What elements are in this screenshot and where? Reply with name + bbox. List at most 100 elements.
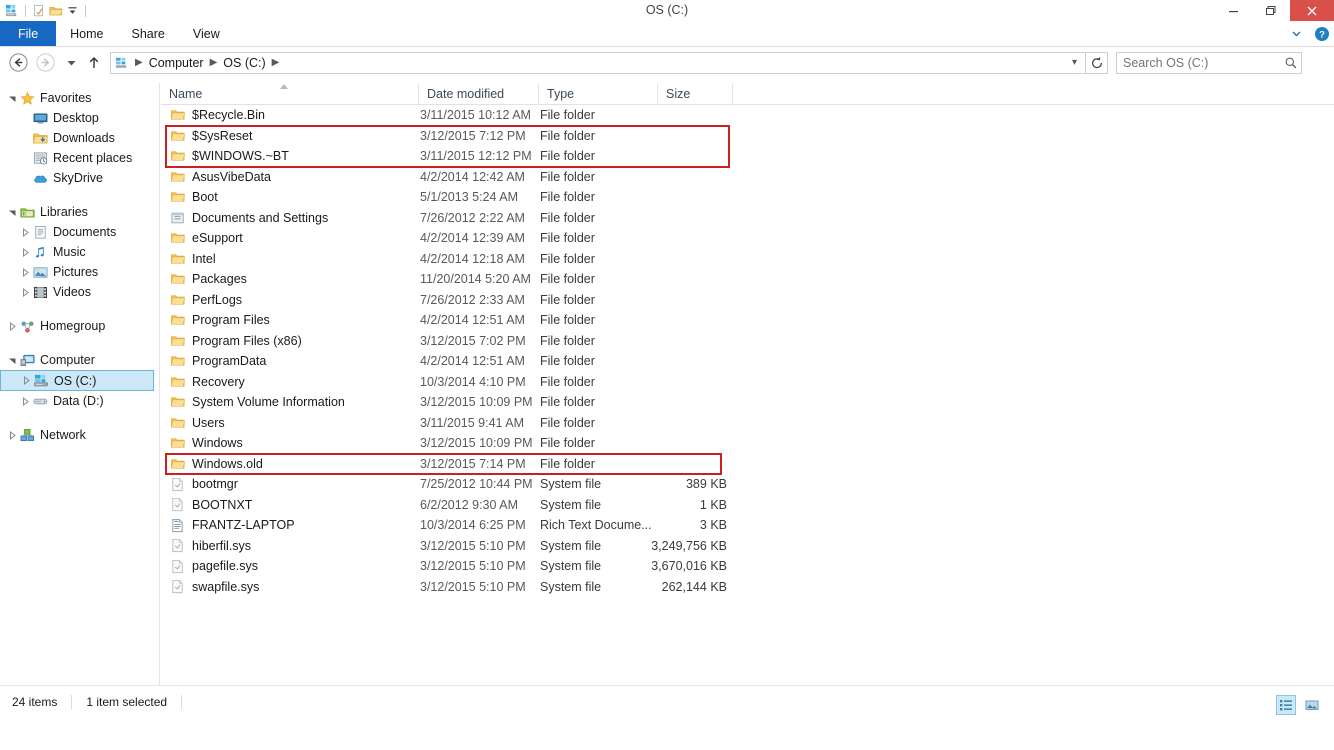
sidebar-item-desktop[interactable]: Desktop xyxy=(0,108,159,128)
tab-view[interactable]: View xyxy=(179,21,234,46)
expander-icon[interactable] xyxy=(19,395,32,408)
sidebar-item-os-c[interactable]: OS (C:) xyxy=(0,370,154,391)
file-date-cell: 4/2/2014 12:51 AM xyxy=(420,313,525,328)
maximize-restore-button[interactable] xyxy=(1252,0,1290,21)
table-row[interactable]: Windows.old 3/12/2015 7:14 PM File folder xyxy=(161,454,1334,475)
expander-icon[interactable] xyxy=(6,429,19,442)
sidebar-item-pictures[interactable]: Pictures xyxy=(0,262,159,282)
recent-locations-icon[interactable] xyxy=(62,51,80,74)
sidebar-item-libraries[interactable]: Libraries xyxy=(0,202,159,222)
sidebar-item-favorites[interactable]: Favorites xyxy=(0,88,159,108)
table-row[interactable]: Windows 3/12/2015 10:09 PM File folder xyxy=(161,433,1334,454)
sidebar-item-music[interactable]: Music xyxy=(0,242,159,262)
search-input[interactable] xyxy=(1123,55,1284,70)
expander-icon[interactable] xyxy=(19,112,32,125)
file-size-cell: 3,249,756 KB xyxy=(651,538,727,553)
view-mode-buttons xyxy=(1276,695,1322,715)
column-header-date-modified[interactable]: Date modified xyxy=(419,83,539,105)
sidebar-item-network[interactable]: Network xyxy=(0,425,159,445)
status-bar: 24 items 1 item selected xyxy=(0,685,1334,750)
expander-icon[interactable] xyxy=(19,132,32,145)
sidebar-item-recent-places[interactable]: Recent places xyxy=(0,148,159,168)
back-arrow-icon[interactable] xyxy=(7,51,30,74)
expander-icon[interactable] xyxy=(19,152,32,165)
table-row[interactable]: Packages 11/20/2014 5:20 AM File folder xyxy=(161,269,1334,290)
table-row[interactable]: eSupport 4/2/2014 12:39 AM File folder xyxy=(161,228,1334,249)
search-icon[interactable] xyxy=(1284,56,1298,70)
file-name-cell: Recovery xyxy=(169,374,245,389)
file-type-cell: File folder xyxy=(540,333,595,348)
column-header-size[interactable]: Size xyxy=(658,83,733,105)
table-row[interactable]: Intel 4/2/2014 12:18 AM File folder xyxy=(161,249,1334,270)
table-row[interactable]: Program Files (x86) 3/12/2015 7:02 PM File… xyxy=(161,331,1334,352)
table-row[interactable]: AsusVibeData 4/2/2014 12:42 AM File folder xyxy=(161,167,1334,188)
large-icons-view-icon[interactable] xyxy=(1302,695,1322,715)
column-header-type[interactable]: Type xyxy=(539,83,658,105)
breadcrumb-computer[interactable]: Computer xyxy=(145,56,208,70)
expander-icon[interactable] xyxy=(19,226,32,239)
table-row[interactable]: Recovery 10/3/2014 4:10 PM File folder xyxy=(161,372,1334,393)
sidebar-item-homegroup[interactable]: Homegroup xyxy=(0,316,159,336)
minimize-button[interactable] xyxy=(1214,0,1252,21)
breadcrumb-bar[interactable]: ▶ Computer ▶ OS (C:) ▶ ▾ xyxy=(110,51,1086,74)
tab-home[interactable]: Home xyxy=(56,21,117,46)
tab-share[interactable]: Share xyxy=(118,21,179,46)
sidebar-item-videos[interactable]: Videos xyxy=(0,282,159,302)
properties-icon[interactable] xyxy=(30,2,47,19)
table-row[interactable]: BOOTNXT 6/2/2012 9:30 AM System file 1 KB xyxy=(161,495,1334,516)
table-row[interactable]: System Volume Information 3/12/2015 10:09… xyxy=(161,392,1334,413)
expander-icon[interactable] xyxy=(6,320,19,333)
table-row[interactable]: $Recycle.Bin 3/11/2015 10:12 AM File folde… xyxy=(161,105,1334,126)
chevron-down-icon[interactable] xyxy=(1290,27,1304,41)
table-row[interactable]: $SysReset 3/12/2015 7:12 PM File folder xyxy=(161,126,1334,147)
sidebar-item-downloads[interactable]: Downloads xyxy=(0,128,159,148)
table-row[interactable]: swapfile.sys 3/12/2015 5:10 PM System file… xyxy=(161,577,1334,598)
breadcrumb-separator-2[interactable]: ▶ xyxy=(270,57,282,68)
table-row[interactable]: Program Files 4/2/2014 12:51 AM File folde… xyxy=(161,310,1334,331)
new-folder-icon[interactable] xyxy=(47,2,64,19)
expander-icon[interactable] xyxy=(19,266,32,279)
details-view-icon[interactable] xyxy=(1276,695,1296,715)
expander-icon[interactable] xyxy=(19,246,32,259)
up-arrow-icon[interactable] xyxy=(84,51,104,74)
sidebar-item-documents[interactable]: Documents xyxy=(0,222,159,242)
breadcrumb-separator-0[interactable]: ▶ xyxy=(133,57,145,68)
sidebar-item-computer[interactable]: Computer xyxy=(0,350,159,370)
expander-icon[interactable] xyxy=(6,92,19,105)
tab-file[interactable]: File xyxy=(0,21,57,46)
expander-icon[interactable] xyxy=(19,172,32,185)
sidebar-item-skydrive-label: SkyDrive xyxy=(53,171,104,185)
forward-arrow-icon[interactable] xyxy=(34,51,57,74)
file-date-cell: 6/2/2012 9:30 AM xyxy=(420,497,518,512)
expander-icon[interactable] xyxy=(6,354,19,367)
breadcrumb-dropdown-icon[interactable]: ▾ xyxy=(1072,57,1081,68)
table-row[interactable]: $WINDOWS.~BT 3/11/2015 12:12 PM File folde… xyxy=(161,146,1334,167)
column-header-name[interactable]: Name xyxy=(161,83,419,105)
sidebar-item-skydrive[interactable]: SkyDrive xyxy=(0,168,159,188)
sidebar-item-data-d[interactable]: Data (D:) xyxy=(0,391,159,411)
breadcrumb-os-c[interactable]: OS (C:) xyxy=(219,56,269,70)
system-file-icon xyxy=(169,538,186,553)
expander-icon[interactable] xyxy=(20,374,33,387)
table-row[interactable]: ProgramData 4/2/2014 12:51 AM File folder xyxy=(161,351,1334,372)
refresh-icon[interactable] xyxy=(1086,51,1108,74)
table-row[interactable]: hiberfil.sys 3/12/2015 5:10 PM System file… xyxy=(161,536,1334,557)
table-row[interactable]: bootmgr 7/25/2012 10:44 PM System file 389 … xyxy=(161,474,1334,495)
table-row[interactable]: pagefile.sys 3/12/2015 5:10 PM System file… xyxy=(161,556,1334,577)
explorer-icon[interactable] xyxy=(4,2,21,19)
star-icon xyxy=(19,90,36,106)
search-box[interactable] xyxy=(1116,51,1302,74)
table-row[interactable]: Users 3/11/2015 9:41 AM File folder xyxy=(161,413,1334,434)
sidebar-item-desktop-label: Desktop xyxy=(53,111,99,125)
expander-icon[interactable] xyxy=(6,206,19,219)
table-row[interactable]: FRANTZ-LAPTOP 10/3/2014 6:25 PM Rich Text … xyxy=(161,515,1334,536)
customize-dropdown-icon[interactable] xyxy=(64,2,81,19)
expander-icon[interactable] xyxy=(19,286,32,299)
table-row[interactable]: PerfLogs 7/26/2012 2:33 AM File folder xyxy=(161,290,1334,311)
table-row[interactable]: Boot 5/1/2013 5:24 AM File folder xyxy=(161,187,1334,208)
file-date-cell: 7/25/2012 10:44 PM xyxy=(420,477,533,492)
table-row[interactable]: Documents and Settings 7/26/2012 2:22 AM F… xyxy=(161,208,1334,229)
close-button[interactable] xyxy=(1290,0,1334,21)
breadcrumb-separator-1[interactable]: ▶ xyxy=(208,57,220,68)
help-icon[interactable]: ? xyxy=(1314,26,1330,42)
